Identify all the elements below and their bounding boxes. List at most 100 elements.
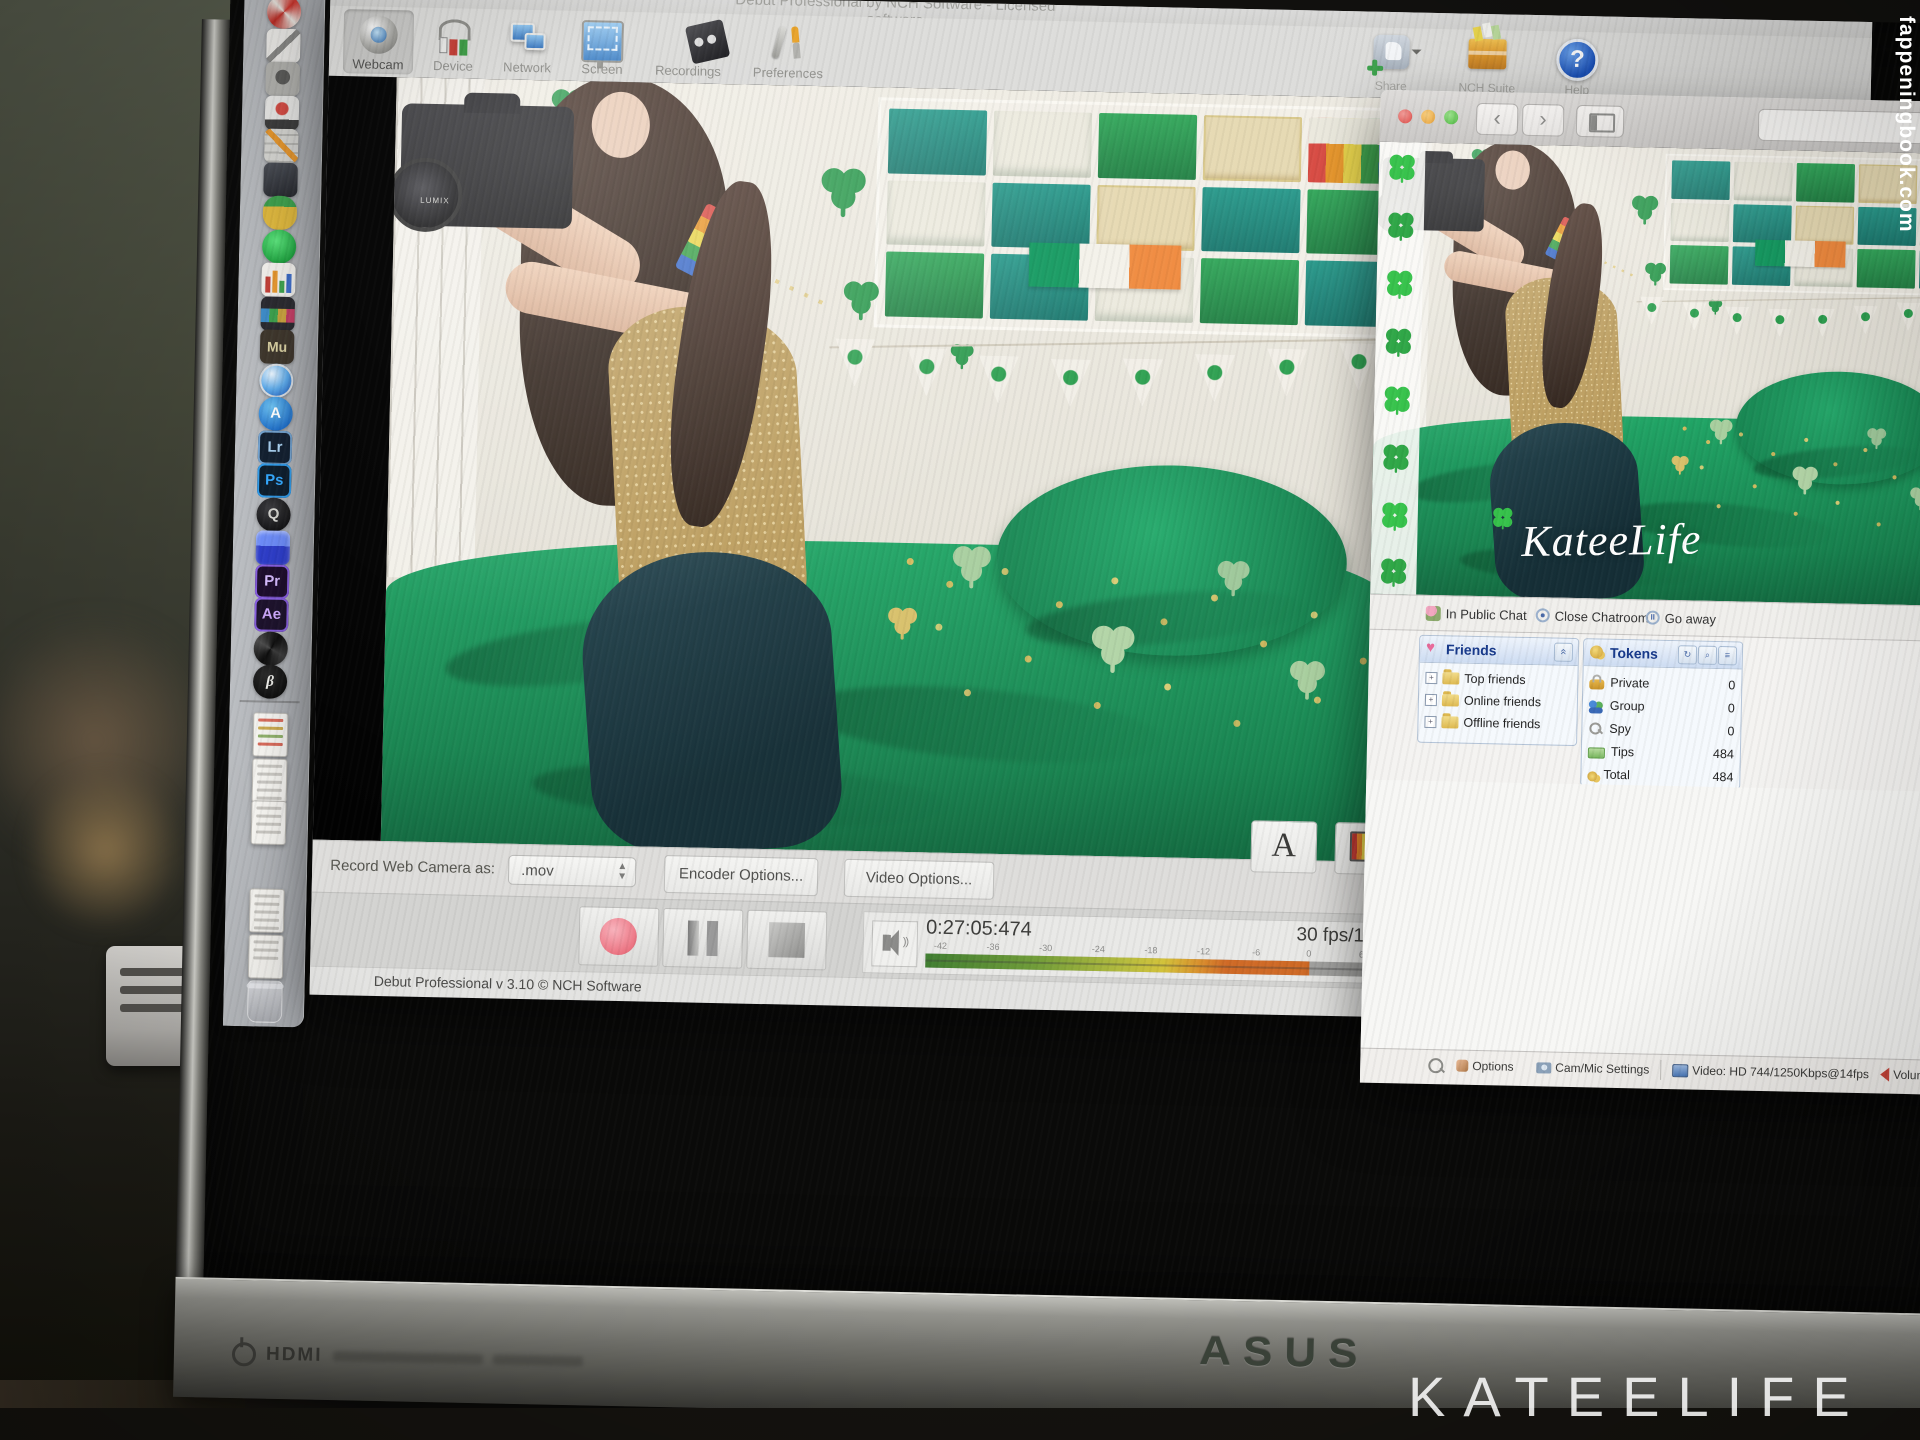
tokens-panel: Tokens ↻ ⌕ ≡ Private 0 Group 0 — [1580, 638, 1743, 789]
expand-icon[interactable]: + — [1424, 716, 1436, 728]
tokens-panel-header[interactable]: Tokens ↻ ⌕ ≡ — [1584, 639, 1743, 669]
list-button[interactable]: ≡ — [1718, 646, 1737, 665]
asus-logo: ASUS — [1199, 1328, 1370, 1378]
device-vents — [120, 968, 190, 976]
cassette-icon — [685, 19, 730, 64]
dock-icon-adobe-muse[interactable]: Mu — [260, 329, 295, 364]
dock-trash[interactable] — [247, 980, 283, 1023]
friends-top[interactable]: + Top friends — [1425, 668, 1526, 690]
dock-icon-safari[interactable] — [259, 363, 294, 398]
tab-webcam[interactable]: Webcam — [343, 9, 414, 74]
dock-icon-screen-recorder[interactable] — [265, 95, 300, 130]
dock-doc[interactable] — [248, 934, 284, 979]
cam-mic-settings-button[interactable]: Cam/Mic Settings — [1536, 1060, 1649, 1076]
group-icon — [1589, 698, 1604, 713]
dock-icon-marker-app[interactable] — [266, 28, 301, 63]
desk-clutter — [30, 760, 180, 940]
spy-magnifier-icon — [1588, 721, 1603, 736]
dock-icon-video-collage[interactable] — [260, 296, 295, 331]
dock-icon-after-effects[interactable]: Ae — [254, 597, 289, 632]
share-button[interactable]: Share — [1351, 30, 1432, 96]
friends-online[interactable]: + Online friends — [1425, 690, 1542, 712]
dock-icon-unity[interactable] — [253, 631, 288, 666]
options-button[interactable]: Options — [1456, 1059, 1514, 1074]
dock-icon-app-store[interactable]: A — [258, 396, 293, 431]
pause-button[interactable] — [662, 908, 743, 969]
refresh-button[interactable]: ↻ — [1678, 645, 1697, 664]
speaker-icon — [883, 935, 891, 951]
monitor-screen: Mu A Lr Ps Q Pr Ae β — [204, 0, 1920, 1314]
close-button[interactable] — [1398, 109, 1412, 123]
dock-icon-premiere[interactable]: Pr — [255, 564, 290, 599]
radio-icon — [1536, 608, 1550, 622]
irish-flag-decor — [1029, 242, 1182, 289]
expand-icon[interactable]: + — [1425, 694, 1437, 706]
corner-watermark: KATEELIFE — [1408, 1364, 1868, 1429]
encoder-options-button[interactable]: Encoder Options... — [664, 855, 819, 896]
stop-icon — [768, 922, 805, 958]
help-button[interactable]: ? Help — [1537, 34, 1618, 100]
friends-panel: ♥ Friends « + Top friends + Online frien… — [1417, 635, 1579, 746]
in-public-chat-button[interactable]: In Public Chat — [1426, 603, 1527, 625]
dock-icon-lightroom[interactable]: Lr — [258, 430, 293, 465]
dock-icon-pineapple-app[interactable] — [263, 195, 298, 230]
dock-icon-whatsapp[interactable] — [262, 229, 297, 264]
dock-icon-photo-booth[interactable] — [265, 61, 300, 96]
dock-icon-blue-app[interactable] — [256, 530, 291, 565]
dock-doc[interactable] — [251, 800, 287, 845]
stop-button[interactable] — [746, 910, 827, 971]
zoom-search-icon[interactable] — [1428, 1058, 1443, 1073]
tab-screen[interactable]: Screen — [569, 14, 636, 79]
collapse-button[interactable]: « — [1554, 643, 1573, 662]
macos-dock: Mu A Lr Ps Q Pr Ae β — [223, 0, 326, 1027]
dock-doc[interactable] — [249, 888, 285, 933]
dock-icon-calculator[interactable] — [264, 128, 299, 163]
format-select[interactable]: .mov ▲▼ — [508, 855, 637, 888]
minimize-button[interactable] — [1421, 110, 1435, 124]
dock-icon-dark-utility[interactable] — [263, 162, 298, 197]
tab-network[interactable]: Network — [491, 12, 564, 77]
dslr-camera: LUMIX — [400, 103, 575, 229]
sidebar-button[interactable] — [1576, 105, 1625, 138]
close-chatroom-button[interactable]: Close Chatroom — [1536, 605, 1649, 627]
token-row-group: Group 0 — [1589, 694, 1735, 719]
go-away-button[interactable]: II Go away — [1646, 607, 1717, 628]
dock-icon-quicktime[interactable]: Q — [256, 497, 291, 532]
lock-icon — [1589, 679, 1604, 689]
banner-string-decor — [1637, 296, 1920, 302]
dock-doc[interactable] — [252, 758, 288, 803]
record-button[interactable] — [578, 906, 659, 967]
volume-control[interactable]: Volume — [1880, 1067, 1920, 1082]
mute-button[interactable] — [871, 920, 918, 967]
dock-icon-chart-app[interactable] — [261, 262, 296, 297]
tab-preferences[interactable]: Preferences — [741, 17, 836, 83]
record-timer: 0:27:05:474 — [926, 916, 1032, 941]
nch-suite-button[interactable]: NCH Suite — [1447, 32, 1528, 98]
back-button[interactable]: ‹ — [1476, 103, 1519, 136]
tab-recordings[interactable]: Recordings — [645, 15, 732, 81]
tab-device[interactable]: Device — [421, 11, 486, 76]
dock-icon-photoshop[interactable]: Ps — [257, 463, 292, 498]
caption-text-button[interactable]: A — [1250, 820, 1317, 873]
coins-decor — [907, 558, 914, 565]
friends-offline[interactable]: + Offline friends — [1424, 712, 1540, 734]
webcam-icon — [359, 15, 398, 54]
asus-monitor: Mu A Lr Ps Q Pr Ae β — [172, 0, 1920, 1440]
search-button[interactable]: ⌕ — [1698, 646, 1717, 665]
dock-icon-red-app[interactable] — [267, 0, 302, 29]
friends-panel-header[interactable]: ♥ Friends « — [1420, 636, 1579, 666]
coin-icon — [1590, 645, 1603, 658]
video-options-button[interactable]: Video Options... — [844, 859, 995, 900]
dock-icon-beta-app[interactable]: β — [253, 664, 288, 699]
zoom-button[interactable] — [1444, 110, 1458, 124]
token-row-tips: Tips 484 — [1588, 740, 1734, 765]
expand-icon[interactable]: + — [1425, 672, 1437, 684]
banner-string-decor — [829, 338, 1404, 348]
cam-video-frame: LUMIX — [1370, 142, 1920, 611]
screen-icon — [581, 20, 624, 63]
pause-circle-icon: II — [1646, 610, 1660, 624]
dock-doc-spreadsheet[interactable] — [253, 712, 289, 757]
forward-button[interactable]: › — [1522, 104, 1565, 137]
clover-border-decor — [1370, 142, 1425, 595]
coins-decor — [1683, 426, 1687, 430]
